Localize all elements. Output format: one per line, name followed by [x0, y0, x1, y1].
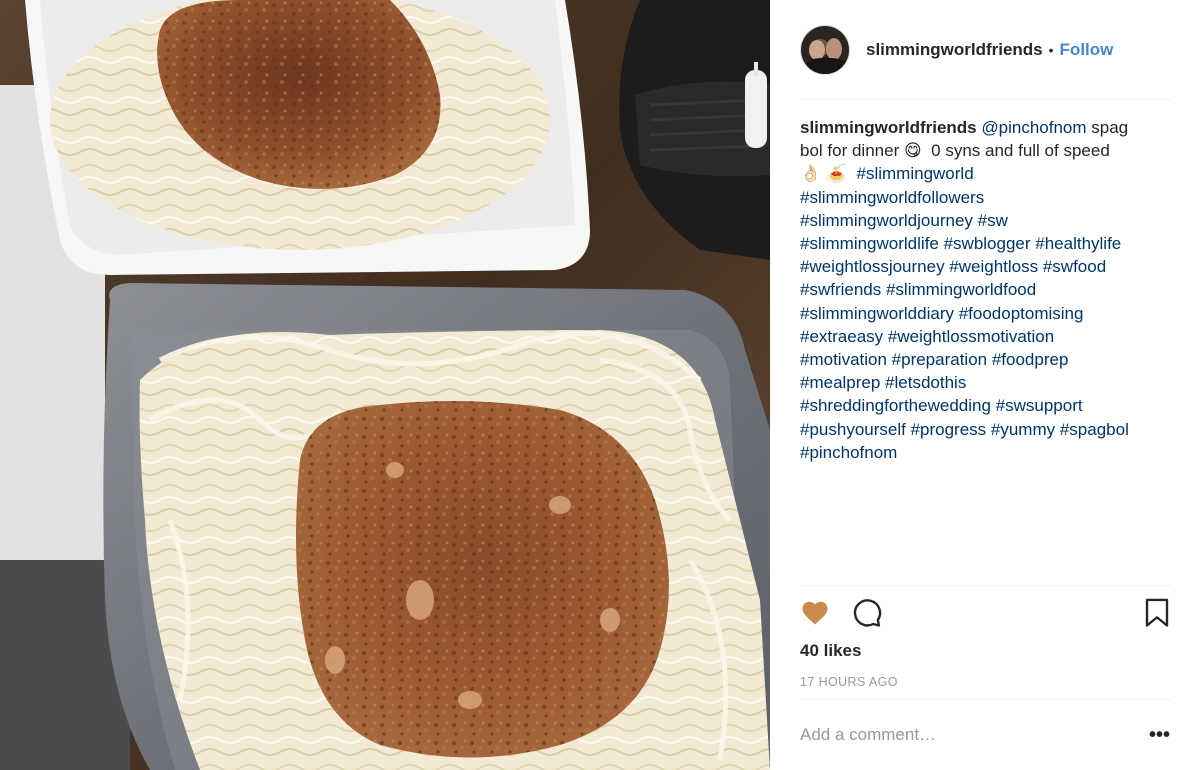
hashtag-line[interactable]: #mealprep #letsdothis	[800, 373, 966, 392]
hashtag-line[interactable]: #extraeasy #weightlossmotivation	[800, 327, 1054, 346]
caption-mention[interactable]: @pinchofnom	[981, 118, 1086, 137]
hashtag-line[interactable]: #pushyourself #progress #yummy #spagbol	[800, 420, 1129, 439]
likes-count[interactable]: 40 likes	[800, 641, 861, 661]
more-options-icon[interactable]: •••	[1146, 724, 1170, 747]
caption-text-2: bol for dinner	[800, 141, 900, 161]
comment-bar: •••	[800, 718, 1170, 752]
caption-username[interactable]: slimmingworldfriends	[800, 118, 977, 137]
hashtag-line[interactable]: #weightlossjourney #weightloss #swfood	[800, 257, 1106, 276]
caption-text-1: spag	[1086, 118, 1129, 137]
hashtag-line[interactable]: #swfriends #slimmingworldfood	[800, 280, 1036, 299]
hashtag-line[interactable]: #slimmingworldlife #swblogger #healthyli…	[800, 234, 1121, 253]
post-sidebar: slimmingworldfriends • Follow slimmingwo…	[770, 0, 1200, 770]
instagram-post: slimmingworldfriends • Follow slimmingwo…	[0, 0, 1200, 770]
spaghetti-bolognese-image	[0, 0, 770, 770]
caption-emoji-ok-spaghetti: 👌🏻 🍝	[800, 164, 848, 184]
caption-emoji-yum: 😋	[903, 141, 922, 161]
comment-icon[interactable]	[852, 598, 882, 633]
actions-divider	[800, 585, 1170, 586]
post-caption: slimmingworldfriends @pinchofnom spag bo…	[800, 116, 1172, 464]
hashtag-line[interactable]: #pinchofnom	[800, 443, 897, 462]
post-photo[interactable]	[0, 0, 770, 770]
hashtag-line[interactable]: #slimmingworlddiary #foodoptomising	[800, 304, 1083, 323]
caption-text-3: 0 syns and full of speed	[931, 141, 1110, 161]
follow-button[interactable]: Follow	[1060, 40, 1114, 60]
hashtag-line[interactable]: #motivation #preparation #foodprep	[800, 350, 1068, 369]
comment-input[interactable]	[800, 725, 1146, 745]
post-actions	[800, 598, 1170, 632]
header-separator: •	[1048, 42, 1054, 58]
hashtag-link[interactable]: #slimmingworld	[857, 164, 974, 183]
hashtag-line[interactable]: #shreddingforthewedding #swsupport	[800, 396, 1083, 415]
header-username[interactable]: slimmingworldfriends	[866, 40, 1043, 60]
post-header: slimmingworldfriends • Follow	[800, 22, 1170, 78]
bookmark-icon[interactable]	[1144, 598, 1170, 633]
post-timestamp[interactable]: 17 HOURS AGO	[800, 675, 898, 689]
hashtag-line[interactable]: #slimmingworldjourney #sw	[800, 211, 1008, 230]
heart-icon[interactable]	[800, 598, 830, 633]
header-divider	[800, 99, 1170, 100]
comment-divider	[800, 699, 1170, 700]
avatar[interactable]	[800, 25, 850, 75]
hashtag-line[interactable]: #slimmingworldfollowers	[800, 188, 984, 207]
